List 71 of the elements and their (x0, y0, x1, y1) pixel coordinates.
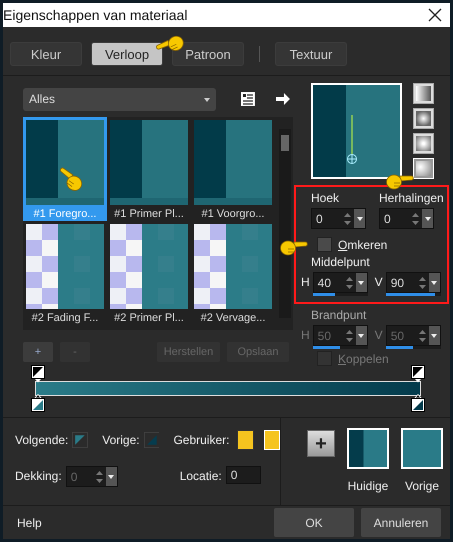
dropdown-button[interactable] (356, 273, 367, 292)
center-point-icon[interactable] (346, 115, 358, 165)
gradient-preview-icon (110, 224, 188, 309)
opacity-label: Dekking: (15, 468, 62, 485)
stop-marker-icon[interactable] (411, 365, 425, 383)
close-icon[interactable] (428, 8, 442, 22)
spin-arrows-icon[interactable] (418, 276, 427, 290)
gradient-item[interactable]: #1 Voorgro... (191, 117, 275, 221)
spin-arrows-icon[interactable] (344, 276, 354, 290)
arrow-right-icon[interactable] (275, 92, 291, 106)
add-swatch-button[interactable]: + (307, 430, 335, 457)
axis-label: V (374, 274, 383, 291)
tab[interactable]: Patroon (172, 42, 244, 66)
location-label: Locatie: (180, 468, 222, 485)
repeats-label: Herhalingen (379, 191, 444, 205)
color-swatch[interactable] (401, 428, 443, 469)
gradient-preview-icon (26, 224, 104, 309)
gradient-preview-icon (26, 120, 104, 205)
section-label: Middelpunt (311, 255, 371, 269)
spin-field[interactable]: 40 (312, 272, 368, 293)
section-label: Brandpunt (311, 308, 366, 322)
tab[interactable]: Verloop (91, 42, 163, 66)
color-swatch[interactable] (347, 428, 389, 469)
spin-arrows-icon[interactable] (343, 212, 352, 226)
dropdown-button[interactable] (422, 209, 433, 228)
gradient-item[interactable]: #2 Primer Pl... (107, 221, 191, 325)
gradient-item[interactable]: #1 Primer Pl... (107, 117, 191, 221)
stop-marker-icon[interactable] (31, 365, 45, 383)
axis-label: H (301, 327, 310, 344)
tab[interactable]: Textuur (275, 42, 347, 66)
gradient-preview-icon (194, 120, 272, 205)
gradient-item[interactable]: #2 Fading F... (23, 221, 107, 325)
stop-marker-icon[interactable] (31, 394, 45, 412)
gradient-style-button[interactable] (413, 108, 434, 129)
gradient-preview-icon (194, 224, 272, 309)
previous-color-icon[interactable] (144, 430, 160, 450)
axis-label: H (301, 274, 310, 291)
axis-label: V (374, 327, 383, 344)
swatch-label: Vorige (404, 479, 440, 493)
spin-arrows-icon[interactable] (411, 212, 420, 226)
dropdown-button[interactable] (428, 273, 440, 292)
spin-field[interactable]: 0 (311, 208, 366, 229)
user-label: Gebruiker: (173, 433, 230, 447)
editor-button[interactable]: + (23, 342, 53, 362)
dropdown-button[interactable] (354, 209, 365, 228)
help-link[interactable]: Help (17, 516, 267, 530)
gradient-preview[interactable] (311, 83, 402, 179)
user-color-swatch[interactable] (237, 430, 254, 450)
gradient-item[interactable]: #2 Vervage... (191, 221, 275, 325)
list-view-icon[interactable] (240, 91, 256, 107)
angle-label: Hoek (311, 191, 340, 205)
dialog-button[interactable]: OK (274, 508, 354, 537)
swatch-label: Huidige (348, 479, 388, 493)
dialog-button[interactable]: Annuleren (361, 508, 441, 537)
category-dropdown[interactable]: Alles (23, 88, 216, 110)
stop-marker-icon[interactable] (411, 394, 425, 412)
window-title: Eigenschappen van materiaal (3, 7, 188, 23)
previous-label: Vorige: (102, 433, 140, 447)
gradient-preview-icon (110, 120, 188, 205)
next-color-icon[interactable] (72, 430, 88, 450)
gradient-bar[interactable] (35, 381, 421, 396)
tab[interactable]: Kleur (10, 42, 82, 66)
spin-field[interactable]: 90 (386, 272, 441, 293)
checkbox[interactable] (317, 237, 332, 252)
gradient-style-button[interactable] (413, 83, 434, 104)
scrollbar[interactable] (279, 129, 291, 318)
location-field[interactable]: 0 (226, 466, 261, 484)
checkbox-label[interactable]: Omkeren (338, 238, 388, 252)
gradient-style-button[interactable] (413, 133, 434, 154)
next-label: Volgende: (15, 433, 68, 447)
spin-field[interactable]: 0 (379, 208, 434, 229)
